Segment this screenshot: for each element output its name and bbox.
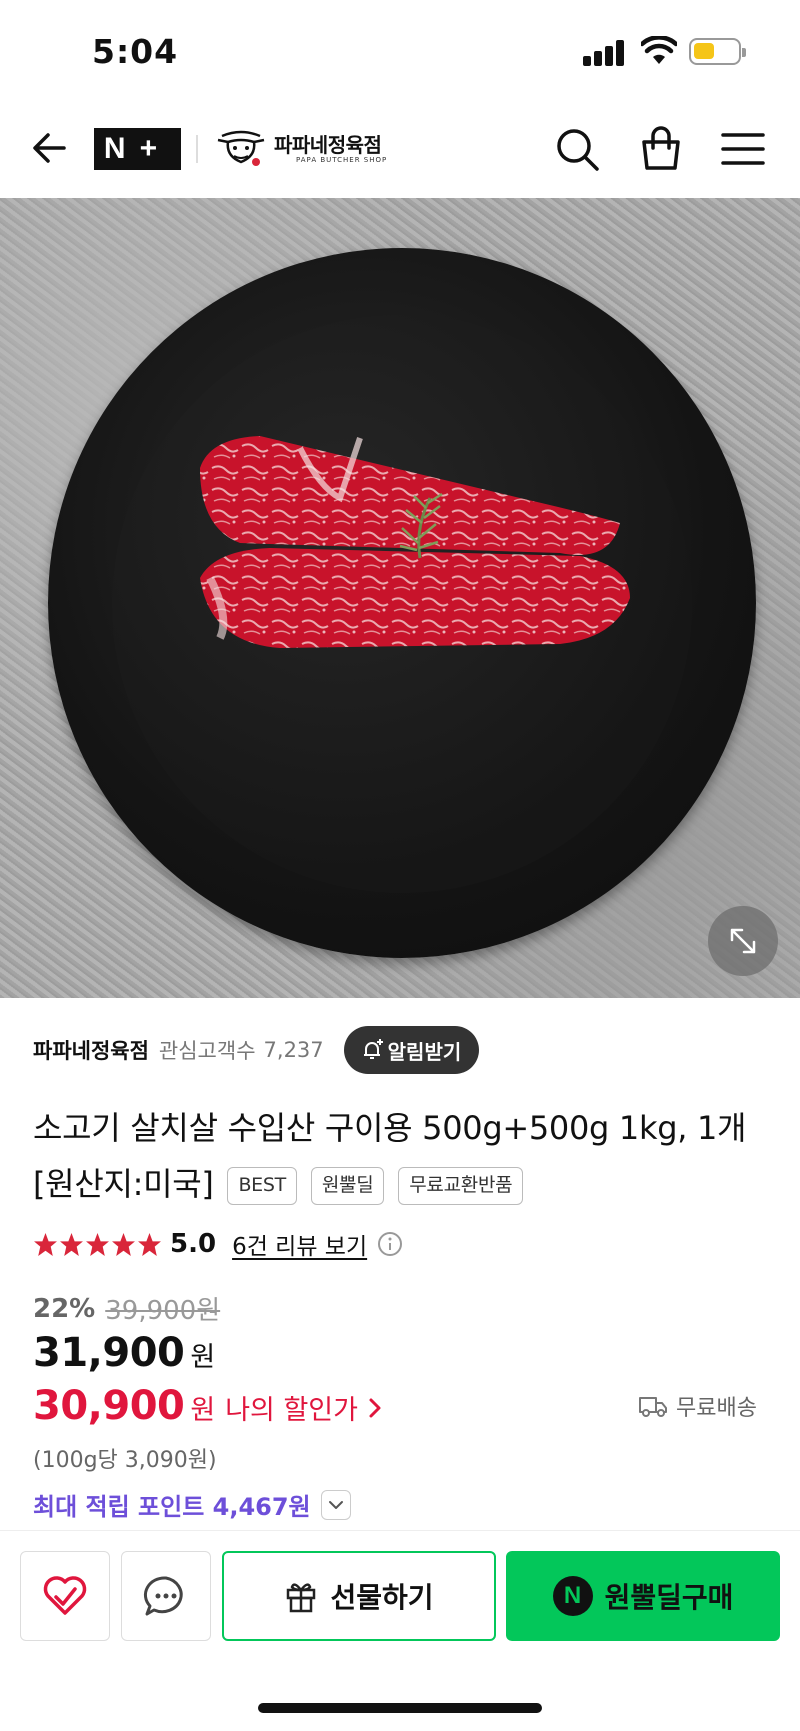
heart-check-icon — [43, 1576, 87, 1615]
review-link[interactable]: 6건 리뷰 보기 — [232, 1227, 367, 1261]
back-arrow-icon[interactable] — [28, 126, 72, 170]
chevron-down-icon — [328, 1500, 343, 1509]
my-price-label: 나의 할인가 — [225, 1395, 358, 1426]
shop-name[interactable]: 파파네정육점 — [274, 129, 382, 158]
menu-icon[interactable] — [718, 124, 768, 174]
home-indicator — [258, 1703, 542, 1713]
points-row: 최대 적립 포인트 4,467원 — [33, 1487, 351, 1522]
my-price: 30,900 — [33, 1383, 185, 1429]
star-icon — [60, 1232, 83, 1256]
bottom-action-bar: 선물하기 N 원뿔딜구매 — [0, 1530, 800, 1731]
points-label: 최대 적립 포인트 4,467원 — [33, 1493, 311, 1521]
badge-best: BEST — [227, 1167, 297, 1205]
gift-button[interactable]: 선물하기 — [222, 1551, 496, 1641]
follower-label: 관심고객수 — [158, 1039, 256, 1063]
product-title: 소고기 살치살 수입산 구이용 500g+500g 1kg, 1개 [원산지:미… — [33, 1109, 747, 1203]
buy-label: 원뿔딜구매 — [604, 1581, 734, 1614]
my-price-row[interactable]: 30,900 원 나의 할인가 — [33, 1383, 384, 1429]
nplus-label: N+ — [103, 132, 172, 165]
battery-icon — [689, 38, 746, 65]
naver-pay-icon: N — [552, 1576, 593, 1616]
product-image[interactable] — [0, 198, 800, 998]
gift-icon — [287, 1583, 316, 1613]
store-row: 파파네정육점 관심고객수 7,237 알림받기 — [33, 1025, 480, 1075]
product-title-block: 소고기 살치살 수입산 구이용 500g+500g 1kg, 1개 [원산지:미… — [33, 1100, 773, 1212]
rating-row: 5.0 6건 리뷰 보기 — [33, 1224, 403, 1264]
status-bar: 5:04 — [0, 0, 800, 100]
shop-subtitle: PAPA BUTCHER SHOP — [296, 156, 388, 164]
store-name[interactable]: 파파네정육점 — [33, 1035, 149, 1065]
cart-icon[interactable] — [636, 124, 686, 174]
cow-logo-icon — [217, 130, 265, 166]
info-icon[interactable] — [377, 1231, 403, 1257]
badge-deal: 원뿔딜 — [310, 1167, 385, 1205]
expand-image-icon[interactable] — [708, 906, 778, 976]
unit-price: (100g당 3,090원) — [33, 1448, 217, 1473]
discount-row: 22% 39,900원 — [33, 1290, 220, 1327]
talk-button[interactable] — [121, 1551, 211, 1641]
meat-graphic — [200, 436, 630, 648]
my-price-currency: 원 — [190, 1395, 216, 1426]
star-icon — [112, 1232, 135, 1256]
signal-icon — [583, 38, 627, 66]
rating-value: 5.0 — [170, 1229, 217, 1259]
truck-icon — [639, 1397, 667, 1417]
star-rating — [33, 1232, 162, 1257]
sale-price: 31,900 — [33, 1330, 185, 1376]
chat-bubble-icon — [143, 1576, 183, 1616]
nplus-store-logo[interactable]: N+ — [94, 128, 181, 170]
alarm-button[interactable]: 알림받기 — [343, 1026, 480, 1074]
alarm-label: 알림받기 — [387, 1039, 462, 1064]
app-header: N+ 파파네정육점 PAPA BUTCHER SHOP — [0, 100, 800, 198]
original-price: 39,900원 — [105, 1296, 221, 1326]
shipping-label: 무료배송 — [676, 1396, 757, 1421]
price-row: 31,900 원 — [33, 1330, 215, 1376]
search-icon[interactable] — [552, 124, 602, 174]
star-icon — [86, 1232, 109, 1256]
header-divider — [196, 135, 198, 163]
badge-free-return: 무료교환반품 — [398, 1167, 524, 1205]
star-icon — [138, 1232, 161, 1256]
wishlist-button[interactable] — [20, 1551, 110, 1641]
chevron-right-icon — [369, 1398, 381, 1418]
bell-plus-icon — [363, 1039, 383, 1059]
shipping-info: 무료배송 — [638, 1390, 757, 1422]
status-time: 5:04 — [92, 32, 179, 71]
follower-count: 7,237 — [263, 1038, 324, 1062]
points-expand-button[interactable] — [320, 1489, 351, 1520]
currency-label: 원 — [190, 1342, 216, 1373]
discount-rate: 22% — [33, 1293, 96, 1324]
star-icon — [34, 1232, 57, 1256]
buy-button[interactable]: N 원뿔딜구매 — [506, 1551, 780, 1641]
wifi-icon — [641, 36, 677, 64]
gift-label: 선물하기 — [330, 1581, 434, 1614]
